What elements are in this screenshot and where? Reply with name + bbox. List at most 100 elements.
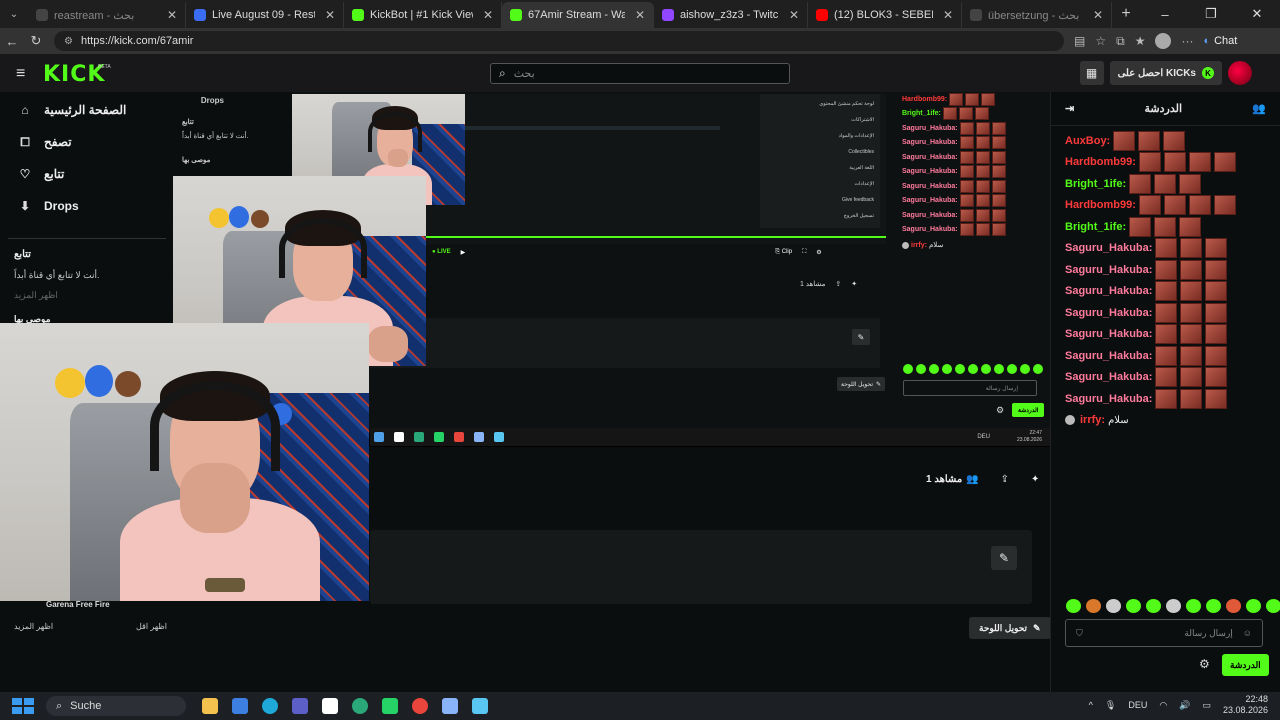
taskbar-search[interactable]: ⌕ Suche xyxy=(46,696,186,716)
nested-chat-username: Saguru_Hakuba: xyxy=(902,139,958,147)
chat-username[interactable]: Hardbomb99: xyxy=(1065,156,1136,168)
tab-close-icon[interactable]: ✕ xyxy=(325,8,335,22)
chat-username[interactable]: Saguru_Hakuba: xyxy=(1065,350,1152,362)
more-icon[interactable]: ··· xyxy=(1181,34,1193,48)
chat-username[interactable]: Saguru_Hakuba: xyxy=(1065,328,1152,340)
edit-icon[interactable]: ✎ xyxy=(991,546,1017,570)
chat-username[interactable]: Saguru_Hakuba: xyxy=(1065,393,1152,405)
mail-icon[interactable] xyxy=(232,698,248,714)
chat-username[interactable]: Saguru_Hakuba: xyxy=(1065,371,1152,383)
new-tab-button[interactable]: + xyxy=(1112,5,1140,23)
dashboard-icon[interactable]: ▦ xyxy=(1079,61,1104,85)
menu-icon[interactable]: ≡ xyxy=(16,65,25,83)
copilot-chat-button[interactable]: ◐ Chat xyxy=(1203,35,1237,47)
browser-tab[interactable]: übersetzung - بحث ✕ xyxy=(962,2,1112,28)
gift-icon[interactable]: ✦ xyxy=(1031,474,1039,485)
maximize-icon[interactable]: ❐ xyxy=(1188,6,1234,22)
chat-username[interactable]: Hardbomb99: xyxy=(1065,199,1136,211)
emote-button[interactable] xyxy=(1206,599,1221,613)
url-field[interactable]: ⚙ https://kick.com/67amir xyxy=(54,31,1064,51)
chat-username[interactable]: Saguru_Hakuba: xyxy=(1065,307,1152,319)
teams-icon[interactable] xyxy=(292,698,308,714)
chat-username[interactable]: Bright_1ife: xyxy=(1065,178,1126,190)
chat-users-icon[interactable]: 👥 xyxy=(1252,102,1266,115)
tab-close-icon[interactable]: ✕ xyxy=(635,8,645,22)
emote-button[interactable] xyxy=(1266,599,1280,613)
tab-close-icon[interactable]: ✕ xyxy=(483,8,493,22)
sidebar-item[interactable]: ⧠ تصفح xyxy=(0,126,174,158)
sidebar-item[interactable]: ⌂ الصفحة الرئيسية xyxy=(0,94,174,126)
chat-username[interactable]: Saguru_Hakuba: xyxy=(1065,264,1152,276)
chat-send-button[interactable]: الدردشة xyxy=(1222,654,1269,676)
browser-tab[interactable]: aishow_z3z3 - Twitch ✕ xyxy=(654,2,808,28)
sidebar-item[interactable]: ♡ تتابع xyxy=(0,158,174,190)
get-kicks-button[interactable]: احصل على KICKs K xyxy=(1109,61,1222,85)
favorites-icon[interactable]: ★ xyxy=(1135,34,1146,48)
chat-username[interactable]: irrfy: xyxy=(1080,414,1105,426)
tiktok-icon[interactable] xyxy=(322,698,338,714)
chat-username[interactable]: Saguru_Hakuba: xyxy=(1065,285,1152,297)
chat-input[interactable]: ⛉ إرسال رسالة ☺ xyxy=(1065,619,1263,647)
browser-tab[interactable]: 67Amir Stream - Watch Live o ✕ xyxy=(502,2,654,28)
emote-button[interactable] xyxy=(1086,599,1101,613)
whatsapp-icon[interactable] xyxy=(382,698,398,714)
wifi-icon[interactable]: ◠ xyxy=(1159,700,1167,711)
emote-button[interactable] xyxy=(1166,599,1181,613)
extensions-icon[interactable]: ⧉ xyxy=(1116,34,1125,49)
share-icon[interactable]: ⇪ xyxy=(1001,474,1009,485)
minimize-icon[interactable]: – xyxy=(1142,7,1188,22)
show-less-link[interactable]: اظهر اقل xyxy=(136,622,167,631)
tab-close-icon[interactable]: ✕ xyxy=(943,8,953,22)
emote-button[interactable] xyxy=(1226,599,1241,613)
emoji-icon[interactable]: ☺ xyxy=(1243,628,1252,638)
sidebar-item[interactable]: ⬇ Drops xyxy=(0,190,174,222)
emote-button[interactable] xyxy=(1106,599,1121,613)
steam-icon[interactable] xyxy=(442,698,458,714)
app-icon[interactable] xyxy=(352,698,368,714)
paint-icon[interactable] xyxy=(472,698,488,714)
emote-button[interactable] xyxy=(1066,599,1081,613)
reader-icon[interactable]: ▤ xyxy=(1074,34,1085,48)
collapse-chat-icon[interactable]: ⇥ xyxy=(1065,102,1074,115)
switch-layout-button[interactable]: تحويل اللوحة ✎ xyxy=(969,617,1051,639)
chat-username[interactable]: Bright_1ife: xyxy=(1065,221,1126,233)
browser-tab[interactable]: reastream - بحث ✕ xyxy=(28,2,186,28)
user-avatar[interactable] xyxy=(1228,61,1252,85)
chat-username[interactable]: Saguru_Hakuba: xyxy=(1065,242,1152,254)
back-icon[interactable]: ← xyxy=(0,34,24,49)
file-explorer-icon[interactable] xyxy=(202,698,218,714)
bookmark-star-icon[interactable]: ☆ xyxy=(1095,34,1106,48)
profile-avatar[interactable] xyxy=(1155,33,1172,49)
language-indicator[interactable]: DEU xyxy=(1128,700,1147,710)
shield-icon[interactable]: ⛉ xyxy=(1076,628,1083,639)
emote-button[interactable] xyxy=(1246,599,1261,613)
search-input[interactable]: ⌕ بحث xyxy=(490,63,790,84)
tab-close-icon[interactable]: ✕ xyxy=(1093,8,1103,22)
clock[interactable]: 22:48 23.08.2026 xyxy=(1223,694,1268,716)
battery-icon[interactable]: ▭ xyxy=(1202,700,1211,711)
browser-tab[interactable]: Live August 09 - Restream ✕ xyxy=(186,2,344,28)
chat-settings-icon[interactable]: ⚙ xyxy=(1199,657,1210,671)
tab-close-icon[interactable]: ✕ xyxy=(789,8,799,22)
emote-button[interactable] xyxy=(1186,599,1201,613)
kick-logo[interactable]: KICK xyxy=(43,62,105,87)
emote-button[interactable] xyxy=(1146,599,1161,613)
mic-icon[interactable]: 🎙 xyxy=(1105,700,1116,711)
emote-button[interactable] xyxy=(1126,599,1141,613)
browser-tab[interactable]: (12) BLOK3 - SEBEBİ YAR (Offi ✕ xyxy=(808,2,962,28)
game-category-label[interactable]: Garena Free Fire xyxy=(46,600,110,609)
close-window-icon[interactable]: ✕ xyxy=(1234,6,1280,22)
tray-chevron-icon[interactable]: ^ xyxy=(1089,700,1093,710)
reload-icon[interactable]: ↻ xyxy=(24,33,48,49)
tab-list-icon[interactable]: ⌄ xyxy=(0,0,28,28)
site-info-icon[interactable]: ⚙ xyxy=(64,36,73,47)
chat-username[interactable]: AuxBoy: xyxy=(1065,135,1110,147)
edge-icon[interactable] xyxy=(262,698,278,714)
opera-icon[interactable] xyxy=(412,698,428,714)
volume-icon[interactable]: 🔊 xyxy=(1179,700,1190,711)
start-icon[interactable] xyxy=(12,698,34,714)
show-more-dim[interactable]: اظهر المزيد xyxy=(0,287,174,303)
tab-close-icon[interactable]: ✕ xyxy=(167,8,177,22)
browser-tab[interactable]: KickBot | #1 Kick Viewbot, Chatbot ✕ xyxy=(344,2,502,28)
show-more-link[interactable]: اظهر المزيد xyxy=(14,622,53,631)
